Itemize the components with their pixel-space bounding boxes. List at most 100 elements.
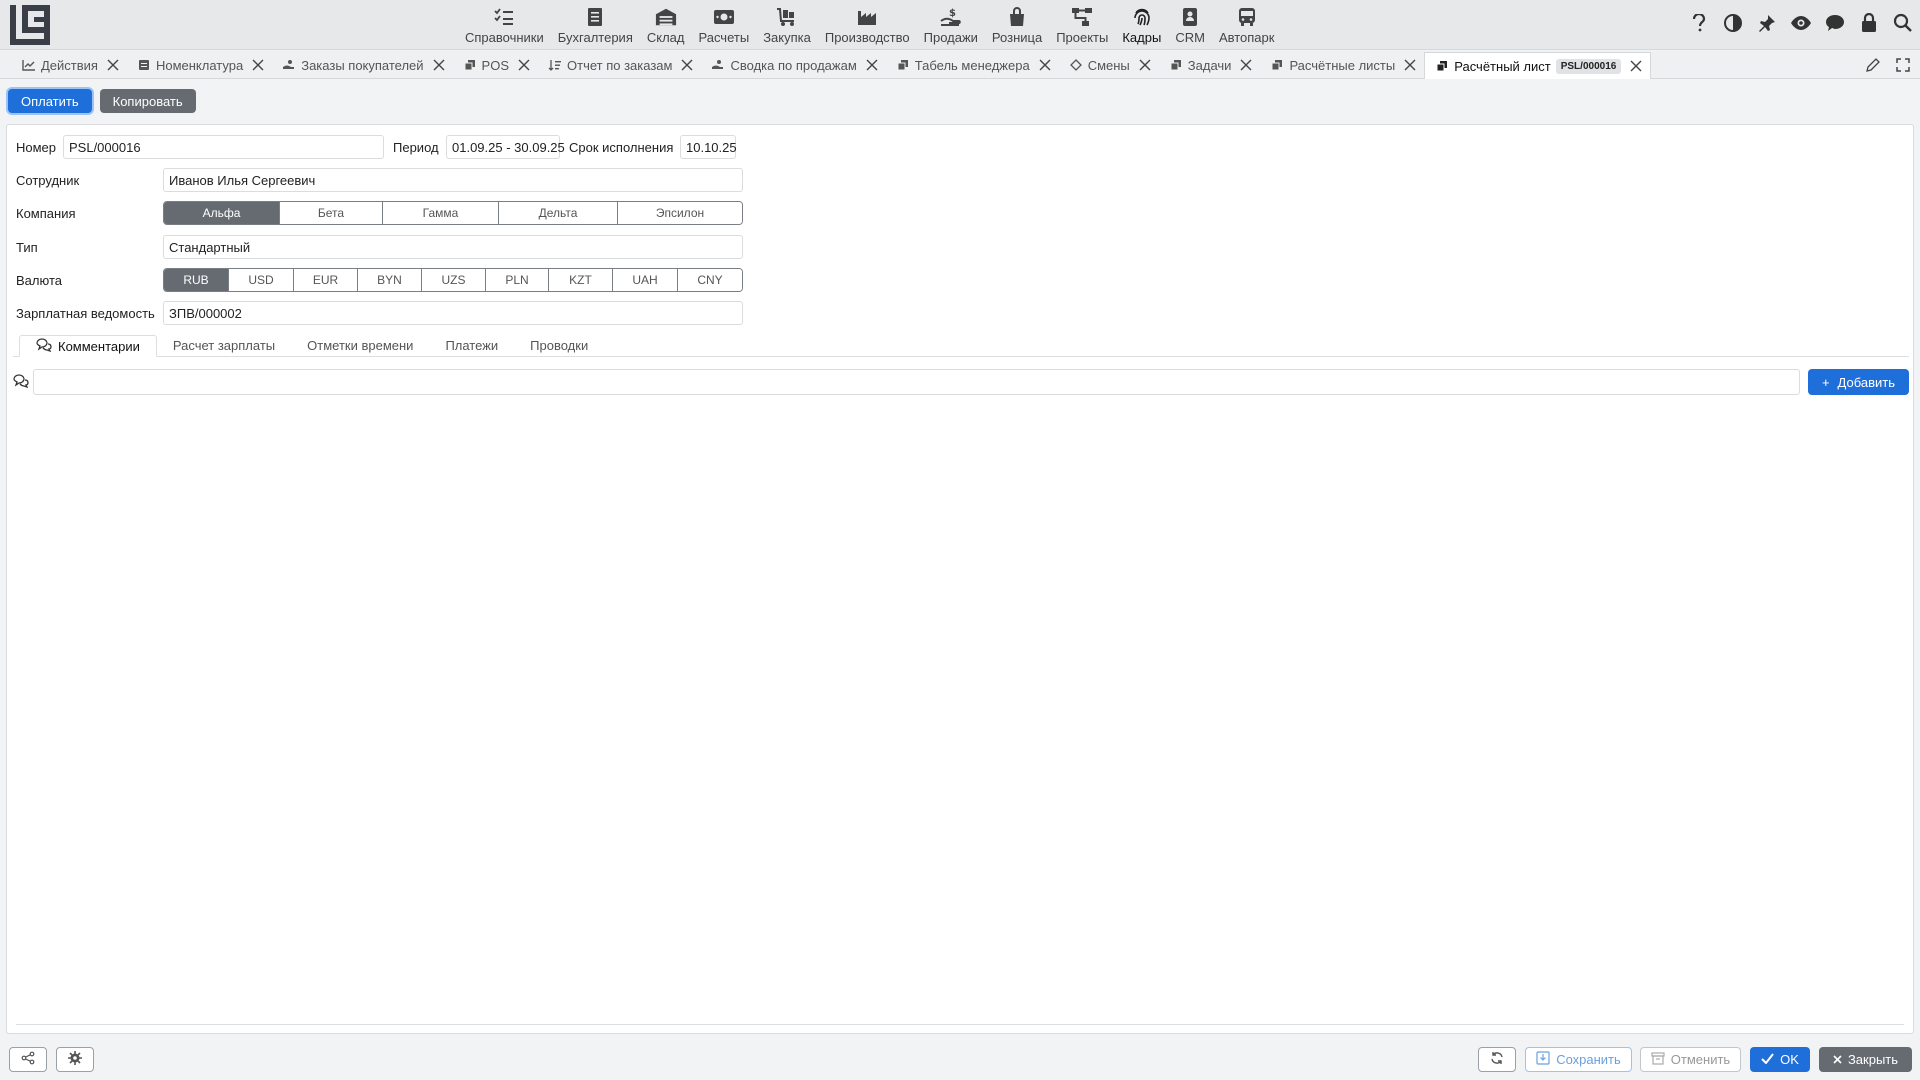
close-icon[interactable] bbox=[1137, 57, 1153, 73]
detail-tabs: Комментарии Расчет зарплаты Отметки врем… bbox=[13, 335, 1909, 357]
nav-item-label: Розница bbox=[991, 29, 1043, 45]
nav-item-settlements[interactable]: Расчеты bbox=[691, 0, 756, 50]
top-right-tools bbox=[1688, 12, 1914, 34]
nav-item-production[interactable]: Производство bbox=[818, 0, 917, 50]
company-option-delta[interactable]: Дельта bbox=[499, 202, 618, 224]
nav-item-projects[interactable]: Проекты bbox=[1049, 0, 1115, 50]
tab-label: POS bbox=[481, 57, 510, 73]
tab-salary-calculation[interactable]: Расчет зарплаты bbox=[157, 334, 291, 356]
nav-item-retail[interactable]: Розница bbox=[985, 0, 1049, 50]
cart-icon bbox=[776, 6, 798, 28]
tab-comments[interactable]: Комментарии bbox=[19, 335, 157, 357]
share-button[interactable] bbox=[9, 1047, 47, 1072]
add-comment-button[interactable]: + Добавить bbox=[1807, 369, 1909, 395]
tab-customer-orders[interactable]: Заказы покупателей bbox=[272, 52, 452, 78]
company-option-alpha[interactable]: Альфа bbox=[164, 202, 280, 224]
tab-orders-report[interactable]: Отчет по заказам bbox=[538, 52, 701, 78]
nav-item-accounting[interactable]: Бухгалтерия bbox=[551, 0, 640, 50]
pencil-icon[interactable] bbox=[1864, 56, 1882, 74]
currency-option-cny[interactable]: CNY bbox=[678, 269, 742, 291]
currency-option-uzs[interactable]: UZS bbox=[422, 269, 486, 291]
tab-time-marks[interactable]: Отметки времени bbox=[291, 334, 429, 356]
tab-nomenclature[interactable]: Номенклатура bbox=[127, 52, 272, 78]
currency-option-rub[interactable]: RUB bbox=[164, 269, 229, 291]
theme-contrast-icon[interactable] bbox=[1722, 12, 1744, 34]
chat-icon[interactable] bbox=[1824, 12, 1846, 34]
currency-option-uah[interactable]: UAH bbox=[613, 269, 678, 291]
currency-selector: RUB USD EUR BYN UZS PLN KZT UAH CNY bbox=[163, 268, 743, 292]
nav-item-warehouse[interactable]: Склад bbox=[640, 0, 692, 50]
pay-button[interactable]: Оплатить bbox=[8, 89, 92, 113]
close-icon[interactable] bbox=[431, 57, 447, 73]
number-field[interactable]: PSL/000016 bbox=[63, 135, 384, 159]
currency-option-pln[interactable]: PLN bbox=[486, 269, 549, 291]
currency-option-kzt[interactable]: KZT bbox=[549, 269, 613, 291]
save-button[interactable]: Сохранить bbox=[1525, 1047, 1632, 1072]
close-icon[interactable] bbox=[1628, 58, 1644, 74]
nav-item-hr[interactable]: Кадры bbox=[1115, 0, 1168, 50]
refresh-button[interactable] bbox=[1478, 1047, 1516, 1072]
lock-icon[interactable] bbox=[1858, 12, 1880, 34]
company-option-gamma[interactable]: Гамма bbox=[383, 202, 499, 224]
app-logo[interactable] bbox=[8, 3, 52, 47]
close-icon[interactable] bbox=[1402, 57, 1418, 73]
close-icon[interactable] bbox=[250, 57, 266, 73]
svg-text:$: $ bbox=[949, 8, 956, 19]
eye-icon[interactable] bbox=[1790, 12, 1812, 34]
period-field[interactable]: 01.09.25 - 30.09.25 bbox=[446, 135, 565, 159]
cancel-button[interactable]: Отменить bbox=[1640, 1047, 1741, 1072]
close-icon[interactable] bbox=[864, 57, 880, 73]
nav-item-purchasing[interactable]: Закупка bbox=[756, 0, 818, 50]
tab-manager-timesheet[interactable]: Табель менеджера bbox=[886, 52, 1059, 78]
nav-item-references[interactable]: Справочники bbox=[458, 0, 551, 50]
tab-postings[interactable]: Проводки bbox=[514, 334, 604, 356]
company-option-epsilon[interactable]: Эпсилон bbox=[618, 202, 742, 224]
help-icon[interactable] bbox=[1688, 12, 1710, 34]
nav-item-label: Кадры bbox=[1122, 29, 1162, 45]
close-icon[interactable] bbox=[105, 57, 121, 73]
fullscreen-icon[interactable] bbox=[1894, 56, 1912, 74]
ok-button[interactable]: OK bbox=[1750, 1047, 1810, 1072]
close-icon[interactable] bbox=[1037, 57, 1053, 73]
nav-item-sales[interactable]: $ Продажи bbox=[917, 0, 985, 50]
tab-label: Табель менеджера bbox=[914, 57, 1030, 73]
tab-label: Расчётный лист bbox=[1454, 58, 1551, 74]
tab-actions[interactable]: Действия bbox=[12, 52, 127, 78]
close-icon[interactable] bbox=[516, 57, 532, 73]
document-actions: Оплатить Копировать bbox=[8, 89, 196, 113]
tab-tasks[interactable]: Задачи bbox=[1159, 52, 1261, 78]
type-label: Тип bbox=[16, 239, 38, 255]
close-icon[interactable] bbox=[679, 57, 695, 73]
tab-shifts[interactable]: Смены bbox=[1059, 52, 1159, 78]
search-icon[interactable] bbox=[1892, 12, 1914, 34]
tab-label: Расчётные листы bbox=[1289, 57, 1396, 73]
due-date-field[interactable]: 10.10.25 bbox=[680, 135, 737, 159]
company-option-beta[interactable]: Бета bbox=[280, 202, 383, 224]
tab-label: Действия bbox=[41, 57, 98, 73]
nav-item-fleet[interactable]: Автопарк bbox=[1212, 0, 1282, 50]
document-tabs: Действия Номенклатура Заказы покупателей… bbox=[0, 51, 1920, 79]
type-field[interactable]: Стандартный bbox=[163, 235, 743, 259]
tab-payments[interactable]: Платежи bbox=[429, 334, 514, 356]
hand-coin-icon bbox=[711, 58, 725, 72]
settings-button[interactable] bbox=[56, 1047, 94, 1072]
comment-input[interactable] bbox=[33, 369, 1800, 395]
copy-button[interactable]: Копировать bbox=[99, 89, 196, 113]
nav-item-crm[interactable]: CRM bbox=[1168, 0, 1212, 50]
payroll-field[interactable]: ЗПВ/000002 bbox=[163, 301, 743, 325]
currency-option-eur[interactable]: EUR bbox=[294, 269, 358, 291]
close-icon[interactable] bbox=[1238, 57, 1254, 73]
tab-payslips[interactable]: Расчётные листы bbox=[1260, 52, 1424, 78]
close-label: Закрыть bbox=[1847, 1052, 1899, 1067]
number-label: Номер bbox=[16, 139, 57, 155]
pin-icon[interactable] bbox=[1756, 12, 1778, 34]
close-button[interactable]: Закрыть bbox=[1819, 1047, 1912, 1072]
tab-pos[interactable]: POS bbox=[453, 52, 538, 78]
currency-option-byn[interactable]: BYN bbox=[358, 269, 422, 291]
employee-field[interactable]: Иванов Илья Сергеевич bbox=[163, 168, 743, 192]
tab-payslip-current[interactable]: Расчётный лист PSL/000016 bbox=[1424, 52, 1652, 79]
ledger-icon bbox=[584, 6, 606, 28]
tab-sales-summary[interactable]: Сводка по продажам bbox=[701, 52, 885, 78]
period-label: Период bbox=[393, 139, 439, 155]
currency-option-usd[interactable]: USD bbox=[229, 269, 294, 291]
